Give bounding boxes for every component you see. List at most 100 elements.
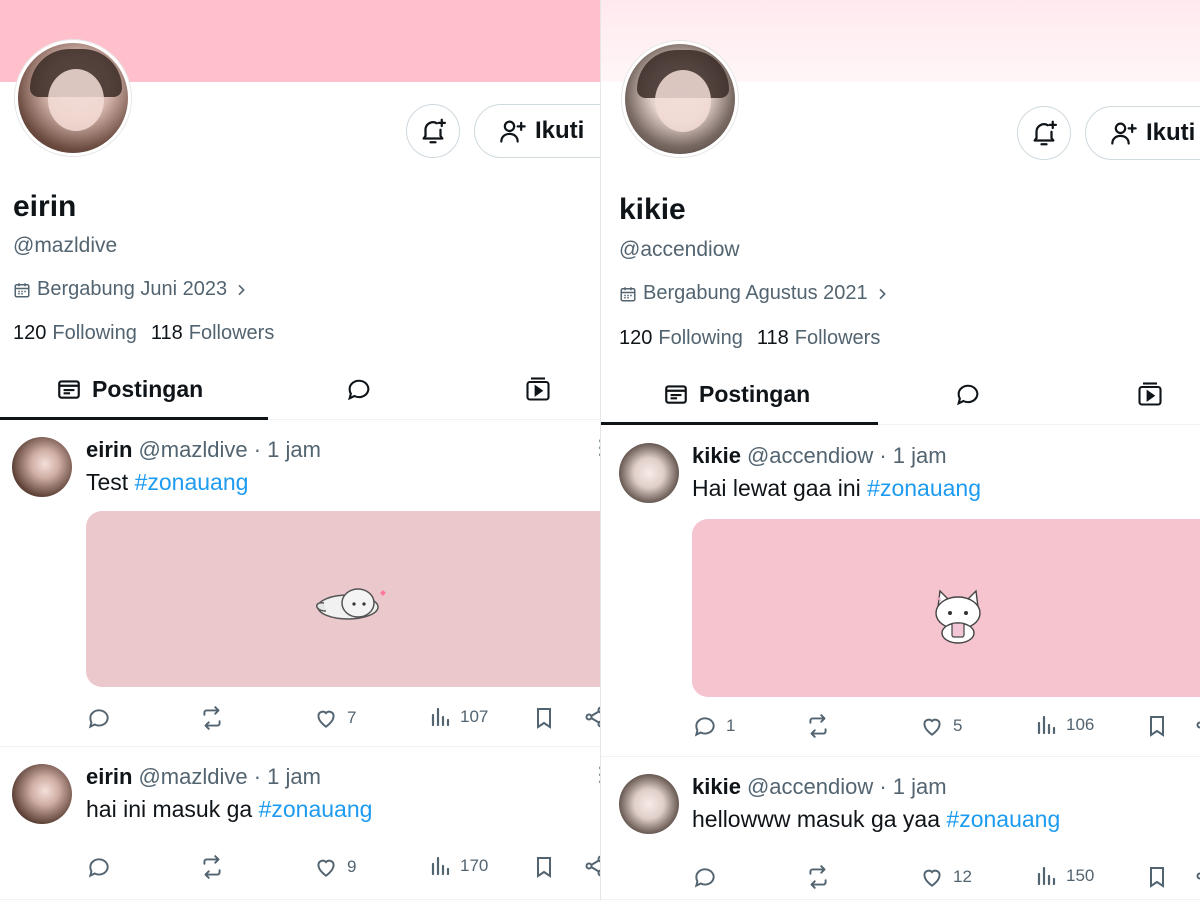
like-count: 5: [953, 716, 963, 735]
follow-stats: 120 Following 118 Followers: [13, 322, 274, 345]
joined-date-link[interactable]: Bergabung Agustus 2021: [619, 282, 890, 305]
share-button[interactable]: [583, 705, 600, 729]
tab-media[interactable]: [524, 358, 552, 420]
post-media[interactable]: [692, 519, 1200, 697]
views-button[interactable]: 107: [428, 705, 488, 729]
sleeping-bunny-sticker: [316, 588, 386, 620]
retweet-button[interactable]: [804, 713, 832, 739]
followers-link[interactable]: 118 Followers: [757, 327, 880, 350]
reply-icon: [694, 717, 715, 737]
share-button[interactable]: [1194, 864, 1200, 888]
post-actions: 1 5 106: [692, 713, 1200, 741]
retweet-button[interactable]: [198, 854, 226, 880]
like-button[interactable]: 12: [919, 864, 972, 890]
follow-button-label: Ikuti: [535, 117, 585, 144]
retweet-icon: [809, 865, 827, 889]
post-item[interactable]: eirin@mazldive · 1 jam ⋮ Test #zonauang: [0, 421, 600, 747]
views-button[interactable]: 106: [1034, 713, 1094, 737]
like-button[interactable]: 5: [919, 713, 962, 739]
replies-tab-icon: [348, 379, 370, 401]
reply-icon: [88, 709, 109, 729]
bookmark-button[interactable]: [532, 705, 556, 731]
views-count: 150: [1066, 866, 1095, 885]
post-item[interactable]: eirin @mazldive · 1 jam ⋮ hai ini masuk g…: [0, 748, 600, 900]
tab-media[interactable]: [1136, 363, 1164, 425]
post-author-handle[interactable]: @accendiow: [747, 774, 873, 799]
profile-avatar[interactable]: [622, 41, 738, 157]
views-icon: [1037, 715, 1056, 735]
views-button[interactable]: 150: [1034, 864, 1094, 888]
notify-button[interactable]: [1017, 106, 1071, 160]
reply-button[interactable]: 1: [692, 713, 735, 739]
reply-count: 1: [726, 716, 736, 735]
follow-button[interactable]: Ikuti: [1085, 106, 1200, 160]
post-media[interactable]: [86, 511, 600, 687]
chevron-right-icon: [879, 288, 886, 299]
post-author-name[interactable]: kikie: [692, 774, 741, 799]
post-item[interactable]: kikie @accendiow · 1 jam hellowww masuk g…: [601, 758, 1200, 900]
more-icon[interactable]: ⋮: [590, 762, 600, 787]
post-avatar[interactable]: [619, 443, 679, 503]
bookmark-icon: [1150, 716, 1164, 737]
views-icon: [431, 707, 450, 727]
username-handle: @accendiow: [619, 238, 740, 261]
bookmark-icon: [537, 708, 551, 729]
reply-button[interactable]: [86, 854, 120, 880]
follow-button-label: Ikuti: [1146, 119, 1196, 146]
post-author-handle[interactable]: @mazldive: [138, 437, 247, 462]
post-author-name[interactable]: kikie: [692, 443, 741, 468]
post-hashtag[interactable]: #zonauang: [135, 469, 249, 495]
tab-replies[interactable]: [954, 363, 982, 425]
tab-posts-label: Postingan: [92, 375, 204, 402]
post-avatar[interactable]: [619, 774, 679, 834]
follow-button[interactable]: Ikuti: [474, 104, 600, 158]
tab-posts[interactable]: Postingan: [663, 363, 810, 425]
post-meta: kikie @accendiow · 1 jam: [692, 774, 947, 800]
followers-label: Followers: [794, 327, 881, 349]
following-link[interactable]: 120 Following: [619, 327, 743, 350]
like-count: 9: [347, 857, 357, 876]
post-hashtag[interactable]: #zonauang: [867, 475, 981, 501]
display-name: kikie: [619, 193, 686, 226]
views-button[interactable]: 170: [428, 854, 488, 878]
media-tab-icon: [526, 377, 550, 401]
share-button[interactable]: [583, 854, 600, 878]
like-button[interactable]: 9: [313, 854, 356, 880]
post-item[interactable]: kikie @accendiow · 1 jam Hai lewat gaa in…: [601, 427, 1200, 757]
joined-date-link[interactable]: Bergabung Juni 2023: [13, 278, 249, 301]
views-icon: [1037, 866, 1056, 886]
post-body: Hai lewat gaa ini: [692, 475, 861, 501]
following-count: 120: [13, 322, 47, 344]
post-hashtag[interactable]: #zonauang: [946, 806, 1060, 832]
post-author-name[interactable]: eirin: [86, 437, 132, 462]
tab-posts[interactable]: Postingan: [56, 358, 203, 420]
retweet-button[interactable]: [804, 864, 832, 890]
like-icon: [317, 710, 335, 728]
post-time: · 1 jam: [253, 764, 321, 789]
post-avatar[interactable]: [12, 437, 72, 497]
reply-button[interactable]: [86, 705, 120, 731]
following-link[interactable]: 120 Following: [13, 322, 137, 345]
post-author-name[interactable]: eirin: [86, 764, 132, 789]
bookmark-button[interactable]: [1145, 713, 1169, 739]
like-button[interactable]: 7: [313, 705, 356, 731]
notify-button[interactable]: [406, 104, 460, 158]
post-actions: 7 107: [86, 705, 600, 733]
share-button[interactable]: [1194, 713, 1200, 737]
reply-button[interactable]: [692, 864, 726, 890]
post-text: hellowww masuk ga yaa #zonauang: [692, 806, 1060, 833]
followers-link[interactable]: 118 Followers: [151, 322, 274, 345]
display-name: eirin: [13, 190, 77, 223]
post-hashtag[interactable]: #zonauang: [259, 796, 373, 822]
tab-replies[interactable]: [345, 358, 373, 420]
profile-avatar[interactable]: [15, 40, 131, 156]
post-time: · 1 jam: [879, 774, 947, 799]
cat-with-drink-sticker: [935, 589, 981, 644]
bookmark-button[interactable]: [1145, 864, 1169, 890]
post-avatar[interactable]: [12, 764, 72, 824]
more-icon[interactable]: ⋮: [590, 435, 600, 460]
post-author-handle[interactable]: @mazldive: [138, 764, 247, 789]
post-author-handle[interactable]: @accendiow: [747, 443, 873, 468]
bookmark-button[interactable]: [532, 854, 556, 880]
retweet-button[interactable]: [198, 705, 226, 731]
